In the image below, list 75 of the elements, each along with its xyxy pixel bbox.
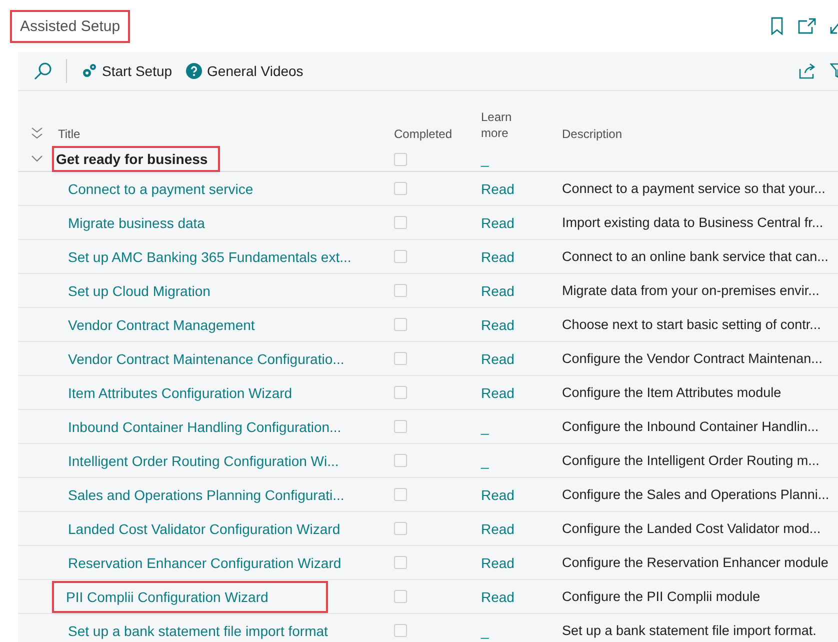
checkbox[interactable] [394,284,407,297]
setup-link[interactable]: Set up a bank statement file import format [68,622,328,638]
checkbox[interactable] [394,352,407,365]
chevron-icon[interactable] [31,155,43,163]
checkbox[interactable] [394,250,407,263]
description-cell-text: Configure the PII Complii module [562,589,762,604]
checkbox[interactable] [394,420,407,433]
read-link[interactable]: Read [481,520,514,536]
page-title: Assisted Setup [12,12,128,40]
help-icon [186,63,202,79]
checkbox[interactable] [394,590,407,603]
column-header[interactable]: Completed [394,127,452,141]
checkbox[interactable] [394,318,407,331]
setup-link[interactable]: PII Complii Configuration Wizard [54,582,326,610]
setup-link[interactable]: Connect to a payment service [68,180,254,196]
setup-link[interactable]: Item Attributes Configuration Wizard [68,384,292,400]
column-header[interactable]: Learn more [481,109,521,141]
read-link[interactable]: _ [481,452,489,468]
setup-link[interactable]: Vendor Contract Maintenance Configuratio... [68,350,344,366]
description-cell-text: Import existing data to Business Central fr... [562,215,824,230]
read-link[interactable]: Read [481,554,514,570]
setup-link[interactable]: Vendor Contract Management [68,316,255,332]
column-header[interactable]: Title [58,127,80,141]
checkbox[interactable] [394,386,407,399]
collapse-all-icon[interactable] [31,127,43,139]
group-title: Get ready for business [54,148,218,170]
checkbox[interactable] [394,454,407,467]
filter-icon[interactable] [830,63,838,79]
setup-link[interactable]: Reservation Enhancer Configuration Wizard [68,554,342,570]
description-cell-text: Configure the Item Attributes module [562,385,782,400]
checkbox[interactable] [394,624,407,637]
bookmark-icon[interactable] [770,17,784,35]
checkbox[interactable] [394,152,407,166]
description-cell-text: Configure the Intelligent Order Routing m... [562,453,820,468]
search-icon[interactable] [34,62,52,80]
checkbox[interactable] [394,556,407,569]
read-link[interactable]: Read [481,248,514,264]
general-videos-button[interactable]: General Videos [186,61,304,81]
gears-icon [81,63,97,79]
description-cell-text: Configure the Vendor Contract Maintenan... [562,351,824,366]
setup-link[interactable]: Migrate business data [68,214,205,230]
read-link[interactable]: Read [481,350,514,366]
read-link[interactable]: Read [481,316,514,332]
description-cell-text: Configure the Sales and Operations Planni... [562,487,830,502]
setup-link[interactable]: Set up AMC Banking 365 Fundamentals ext... [68,248,352,264]
checkbox[interactable] [394,522,407,535]
setup-link[interactable]: Intelligent Order Routing Configuration Wi... [68,452,339,468]
description-cell-text: Connect to a payment service so that your... [562,181,826,196]
pop-out-icon[interactable] [798,18,816,34]
description-cell-text: Configure the Reservation Enhancer module [562,555,830,570]
checkbox[interactable] [394,182,407,195]
read-link[interactable]: _ [481,418,489,434]
description-cell-text: Choose next to start basic setting of contr... [562,317,822,332]
learn-more-link[interactable]: _ [481,151,489,167]
setup-link[interactable]: Landed Cost Validator Configuration Wizard [68,520,340,536]
description-cell-text: Migrate data from your on-premises envir... [562,283,820,298]
read-link[interactable]: Read [481,384,514,400]
read-link[interactable]: _ [481,622,489,638]
description-cell-text: Set up a bank statement file import format. [562,623,818,638]
read-link[interactable]: Read [481,486,514,502]
checkbox[interactable] [394,488,407,501]
read-link[interactable]: Read [481,214,514,230]
setup-link[interactable]: Set up Cloud Migration [68,282,210,298]
checkbox[interactable] [394,216,407,229]
share-icon[interactable] [798,63,816,79]
read-link[interactable]: Read [481,180,514,196]
column-header[interactable]: Description [562,127,622,141]
read-link[interactable]: Read [481,282,514,298]
start-setup-button[interactable]: Start Setup [81,61,172,81]
setup-link[interactable]: Sales and Operations Planning Configurati... [68,486,344,502]
setup-link[interactable]: Inbound Container Handling Configuration... [68,418,342,434]
description-cell-text: Configure the Inbound Container Handlin... [562,419,820,434]
description-cell-text: Connect to an online bank service that can... [562,249,830,264]
read-link[interactable]: Read [481,588,514,604]
description-cell-text: Configure the Landed Cost Validator mod... [562,521,822,536]
